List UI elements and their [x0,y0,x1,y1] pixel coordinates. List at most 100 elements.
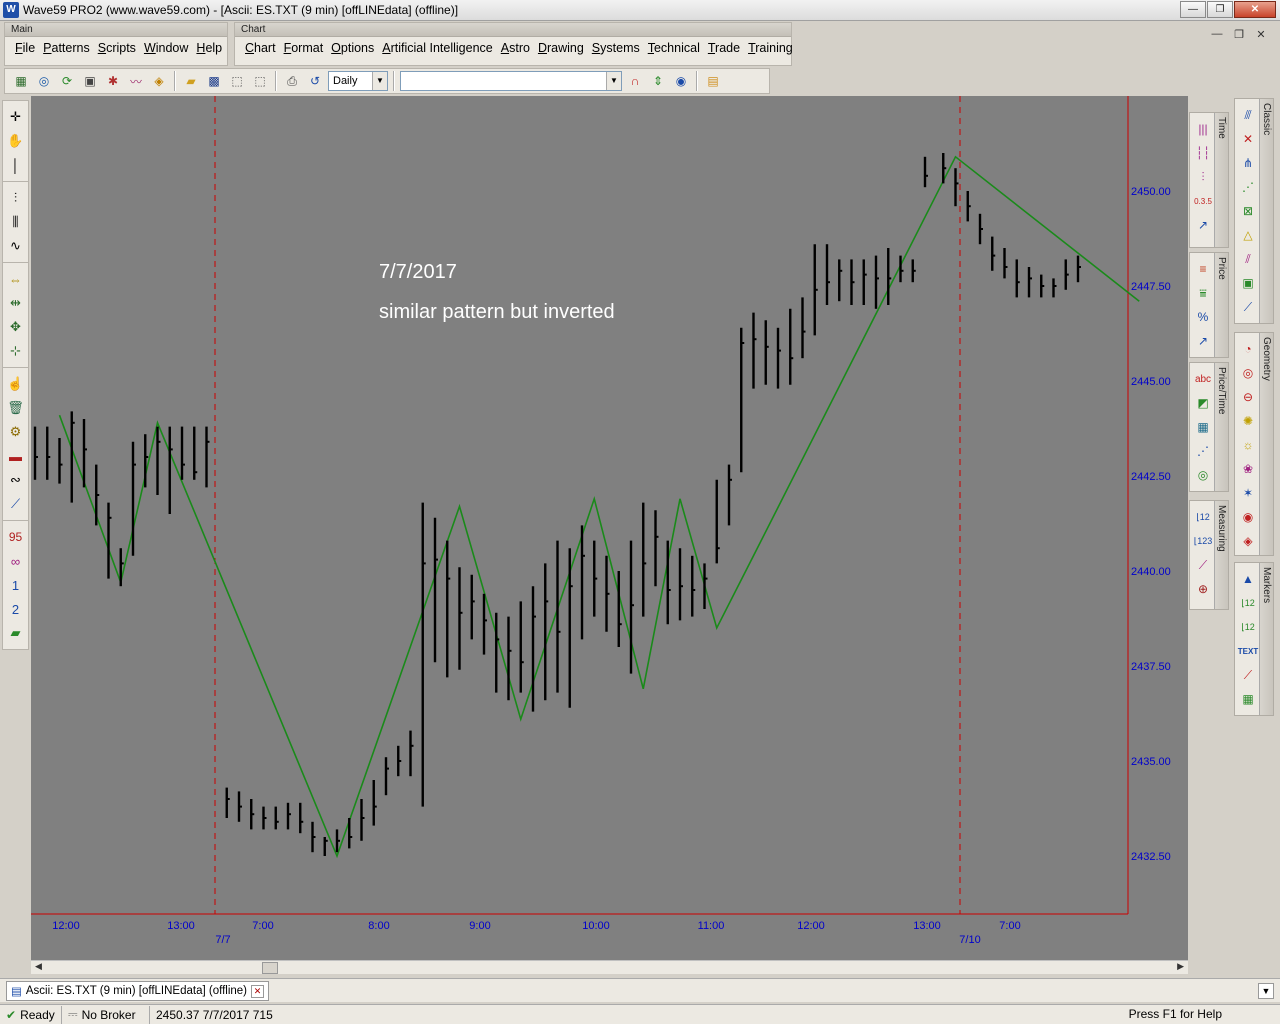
scroll-thumb[interactable] [262,962,278,974]
abc-label[interactable]: abc [1193,369,1213,389]
tool-label-infinity[interactable]: ∞ [3,549,28,573]
circle-icon[interactable]: ◎ [1238,363,1258,383]
zoom-icon[interactable]: ◎ [34,71,54,91]
tool-label-1[interactable]: 1 [3,573,28,597]
menu-file[interactable]: File [11,41,39,55]
text-label[interactable]: TEXT [1238,641,1258,661]
menu-drawing[interactable]: Drawing [534,41,588,55]
wave-chart-icon[interactable]: 〰 [126,71,146,91]
tab-time[interactable]: Time [1214,113,1228,247]
maximize-button[interactable]: ❐ [1207,1,1233,18]
gold-arrow-icon[interactable]: ◈ [149,71,169,91]
move-icon[interactable]: ✥ [3,315,28,339]
tab-classic[interactable]: Classic [1259,99,1273,323]
open-folder-icon[interactable]: ▰ [181,71,201,91]
scroll-left-icon[interactable]: ◀ [35,961,42,972]
diamond-icon[interactable]: ◈ [1238,531,1258,551]
mdi-minimize-button[interactable]: — [1208,28,1226,44]
cross-lines-icon[interactable]: ✕ [1238,129,1258,149]
menu-window[interactable]: Window [140,41,192,55]
chart-horizontal-scrollbar[interactable]: ◀ ▶ [31,960,1188,974]
chart-arrow-icon[interactable]: ⬚ [227,71,247,91]
mdi-restore-button[interactable]: ❐ [1230,28,1248,44]
tab-markers[interactable]: Markers [1259,563,1273,715]
price-chart[interactable]: 2450.00 2447.50 2445.00 2442.50 2440.00 2437.… [31,96,1188,960]
close-button[interactable]: ✕ [1234,1,1276,18]
up-down-arrows-icon[interactable]: ⇕ [648,71,668,91]
tick-icon[interactable]: ⊹ [3,339,28,363]
fib-time-label[interactable]: 0.3.5 [1193,191,1213,211]
scroll-right-icon[interactable]: ▶ [1177,961,1184,972]
price-trend-icon[interactable]: ↗ [1193,331,1213,351]
target-icon[interactable]: ⊕ [1193,579,1213,599]
time-bars-icon[interactable]: ⫶ [1193,167,1213,187]
menu-help[interactable]: Help [192,41,226,55]
mdi-close-button[interactable]: ✕ [1252,28,1270,44]
tabs-dropdown-icon[interactable]: ▼ [1258,983,1274,999]
wheel-icon[interactable]: ✺ [1238,411,1258,431]
menu-patterns[interactable]: Patterns [39,41,94,55]
menu-training[interactable]: Training [744,41,797,55]
time-trend-icon[interactable]: ↗ [1193,215,1213,235]
menu-options[interactable]: Options [327,41,378,55]
menu-format[interactable]: Format [280,41,328,55]
period-select[interactable]: Daily ▼ [328,71,388,91]
marker-12-alt-icon[interactable]: ⌊12 [1238,617,1258,637]
chart-area[interactable]: 2450.00 2447.50 2445.00 2442.50 2440.00 2437.… [31,96,1188,960]
price-time-square-icon[interactable]: ◩ [1193,393,1213,413]
picture-icon[interactable]: ▤ [703,71,723,91]
symbol-select[interactable]: ▼ [400,71,622,91]
tab-price[interactable]: Price [1214,253,1228,357]
spiral-icon[interactable]: ◎ [1193,465,1213,485]
speed-lines-icon[interactable]: ⫻ [1238,105,1258,125]
eye-icon[interactable]: ◉ [671,71,691,91]
star-icon[interactable]: ✶ [1238,483,1258,503]
tab-measuring[interactable]: Measuring [1214,501,1228,609]
menu-trade[interactable]: Trade [704,41,744,55]
pitchfork-icon[interactable]: ⋔ [1238,153,1258,173]
menu-astro[interactable]: Astro [497,41,534,55]
gann-fan-icon[interactable]: ⋰ [1238,177,1258,197]
wave-icon[interactable]: ∿ [3,234,28,258]
arc-icon[interactable]: ◔ [1238,339,1258,359]
new-chart-icon[interactable]: ▦ [11,71,31,91]
grid-marker-icon[interactable]: ▦ [1238,689,1258,709]
minimize-button[interactable]: — [1180,1,1206,18]
pointer-icon[interactable]: ☝ [3,372,28,396]
flower-icon[interactable]: ❀ [1238,459,1258,479]
line-tool-icon[interactable]: ⟋ [1238,297,1258,317]
refresh-data-icon[interactable]: ⟳ [57,71,77,91]
menu-technical[interactable]: Technical [644,41,704,55]
price-levels-icon[interactable]: ⩸ [1193,283,1213,303]
horizontal-split-icon[interactable]: ⇹ [3,291,28,315]
bar-chart-icon[interactable]: ⫶ [3,186,28,210]
print-icon[interactable]: ⎙ [282,71,302,91]
time-cycles-icon[interactable]: ┆┆ [1193,143,1213,163]
menu-scripts[interactable]: Scripts [94,41,140,55]
ellipse-icon[interactable]: ⊖ [1238,387,1258,407]
undo-icon[interactable]: ↺ [305,71,325,91]
measure-12-icon[interactable]: ⌊12 [1193,507,1213,527]
channel-icon[interactable]: ⫽ [1238,249,1258,269]
title-bar[interactable]: W Wave59 PRO2 (www.wave59.com) - [Ascii:… [0,0,1280,21]
box-icon[interactable]: ⊠ [1238,201,1258,221]
sun-icon[interactable]: ☼ [1238,435,1258,455]
vertical-split-icon[interactable]: ⇔ [3,267,28,291]
loop-icon[interactable]: ∾ [3,468,28,492]
network-icon[interactable]: ✱ [103,71,123,91]
ruler-icon[interactable]: ⟋ [3,492,28,516]
tab-price-time[interactable]: Price/Time [1214,363,1228,491]
trash-icon[interactable]: 🗑 [3,396,28,420]
document-tab[interactable]: ▤ Ascii: ES.TXT (9 min) [offLINEdata] (o… [6,981,270,1001]
line-icon[interactable]: │ [3,153,28,177]
magic-icon[interactable]: ⚙ [3,420,28,444]
arrow-marker-icon[interactable]: ▲ [1238,569,1258,589]
candle-icon[interactable]: ⫼ [3,210,28,234]
save-icon[interactable]: ▩ [204,71,224,91]
percent-label[interactable]: % [1193,307,1213,327]
color-bar-icon[interactable]: ▰ [3,621,28,645]
fan-icon[interactable]: ⋰ [1193,441,1213,461]
marker-12-icon[interactable]: ⌊12 [1238,593,1258,613]
close-tab-icon[interactable]: ✕ [251,984,265,998]
menu-chart[interactable]: Chart [241,41,280,55]
